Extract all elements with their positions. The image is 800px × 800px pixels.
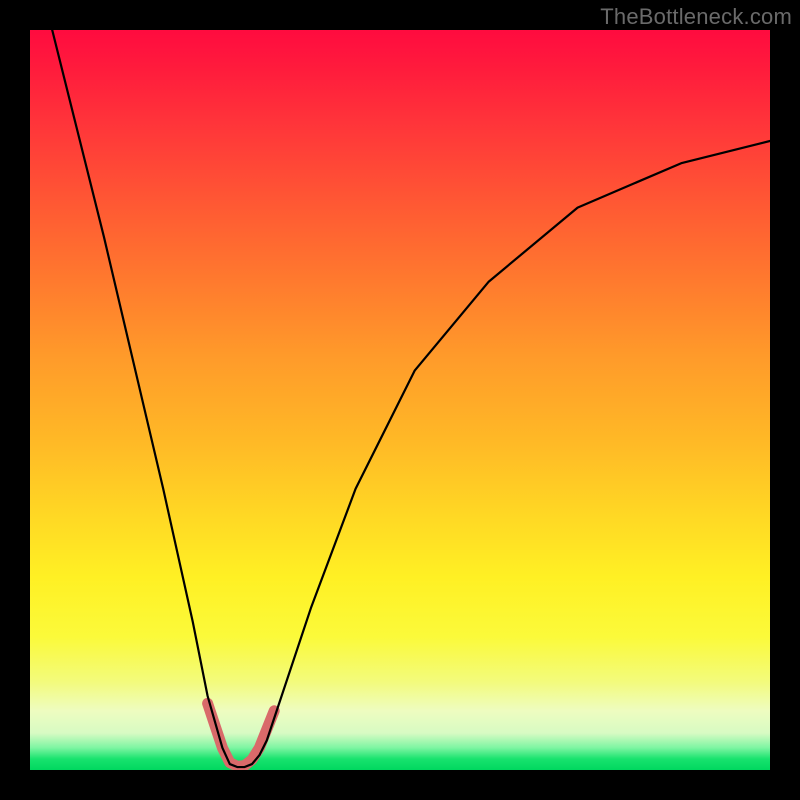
bottleneck-curve-line (52, 30, 770, 767)
chart-frame: TheBottleneck.com (0, 0, 800, 800)
plot-area (30, 30, 770, 770)
curve-svg (30, 30, 770, 770)
watermark-text: TheBottleneck.com (600, 4, 792, 30)
